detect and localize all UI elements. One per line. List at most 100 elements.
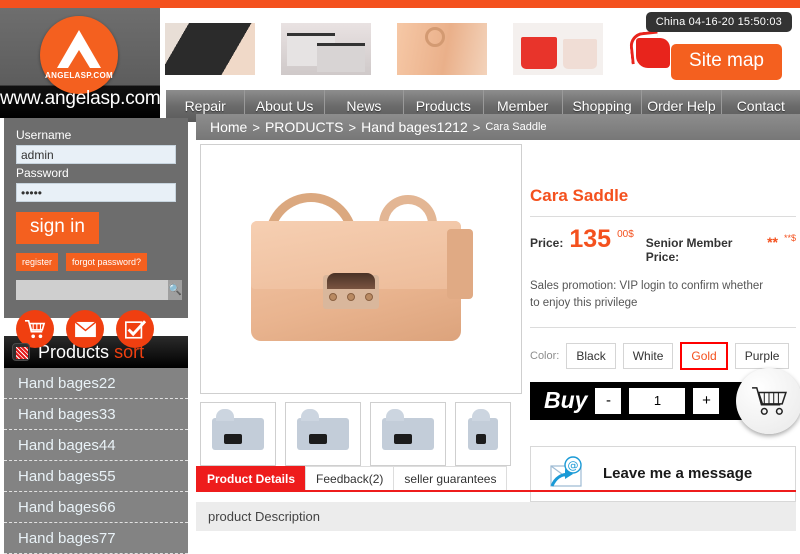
search-icon[interactable]: 🔍 — [168, 280, 182, 300]
triangle-a-inner-icon — [68, 50, 90, 68]
stud-icon — [347, 293, 355, 301]
brand-logo-icon: ANGELASP.COM — [40, 16, 118, 94]
breadcrumb: Home > PRODUCTS > Hand bages1212 > Cara … — [196, 114, 800, 140]
search-input[interactable] — [16, 280, 168, 300]
divider — [530, 326, 796, 328]
main-content: Home > PRODUCTS > Hand bages1212 > Cara … — [196, 114, 800, 531]
breadcrumb-subcategory[interactable]: Hand bages1212 — [361, 119, 468, 135]
red-handbag-icon — [630, 30, 672, 70]
color-selector: Color: Black White Gold Purple — [530, 341, 796, 370]
banner-thumb-strip — [165, 23, 603, 75]
page-title: Cara Saddle — [530, 186, 629, 205]
login-panel: Username Password sign in register forgo… — [4, 118, 188, 348]
price-row: Price: 135 00$ Senior Member Price: ** *… — [530, 225, 796, 264]
password-label: Password — [16, 166, 69, 180]
forgot-password-button[interactable]: forgot password? — [66, 253, 148, 271]
color-option-black[interactable]: Black — [566, 342, 616, 369]
product-area: Cara Saddle Price: 135 00$ Senior Member… — [196, 140, 800, 502]
color-label: Color: — [530, 349, 560, 362]
product-thumb-3[interactable] — [370, 402, 446, 466]
product-category-list: Hand bages22 Hand bages33 Hand bages44 H… — [4, 368, 188, 554]
password-input[interactable] — [16, 183, 176, 202]
list-item[interactable]: Hand bages33 — [4, 399, 188, 430]
buy-bar: Buy - + — [530, 381, 758, 420]
stud-icon — [329, 293, 337, 301]
buy-row: Buy - + — [530, 367, 800, 434]
color-option-purple[interactable]: Purple — [734, 342, 790, 369]
checkbox-icon[interactable] — [116, 310, 154, 348]
site-header: ANGELASP.COM www.angelasp.com China 04-1… — [0, 8, 800, 122]
divider — [530, 216, 796, 217]
breadcrumb-current: Cara Saddle — [485, 121, 547, 133]
product-tabs-section: Product Details Feedback(2) seller guara… — [196, 466, 796, 531]
member-price-value: ** — [767, 234, 778, 250]
envelope-icon[interactable] — [66, 310, 104, 348]
black-tote-thumb[interactable] — [165, 23, 255, 75]
product-description-heading: product Description — [196, 502, 796, 531]
register-button[interactable]: register — [16, 253, 59, 271]
handbag-illustration — [231, 193, 481, 343]
product-thumb-2[interactable] — [285, 402, 361, 466]
page-body: Username Password sign in register forgo… — [0, 114, 800, 554]
logo-block[interactable]: ANGELASP.COM www.angelasp.com — [0, 8, 161, 118]
breadcrumb-products[interactable]: PRODUCTS — [265, 119, 344, 135]
member-price-sup: **$ — [783, 233, 796, 243]
quantity-decrease-button[interactable]: - — [595, 387, 622, 414]
sign-in-button[interactable]: sign in — [16, 212, 99, 244]
price-label: Price: — [530, 236, 564, 250]
header-banner: China 04-16-20 15:50:03 Site map — [160, 8, 800, 90]
breadcrumb-sep-1: > — [252, 119, 260, 135]
silver-clutch-thumb[interactable] — [281, 23, 371, 75]
product-thumb-1[interactable] — [200, 402, 276, 466]
stud-icon — [365, 293, 373, 301]
thumb-bag-icon — [212, 409, 264, 450]
server-clock: China 04-16-20 15:50:03 — [645, 12, 792, 32]
left-sidebar: Username Password sign in register forgo… — [0, 114, 192, 554]
list-item[interactable]: Hand bages55 — [4, 461, 188, 492]
site-url-text: www.angelasp.com — [0, 88, 161, 109]
username-input[interactable] — [16, 145, 176, 164]
top-accent-bar — [0, 0, 800, 8]
quantity-input[interactable] — [629, 387, 686, 414]
tab-product-details[interactable]: Product Details — [196, 466, 307, 490]
site-map-button[interactable]: Site map — [671, 44, 782, 80]
sidebar-search: 🔍 — [16, 280, 182, 300]
username-label: Username — [16, 128, 72, 142]
breadcrumb-sep-3: > — [472, 119, 481, 135]
thumb-bag-icon — [297, 409, 349, 450]
peach-saddle-bag-image[interactable] — [200, 144, 522, 394]
quantity-increase-button[interactable]: + — [693, 387, 720, 414]
product-thumb-4[interactable] — [455, 402, 511, 466]
bag-clasp-studs — [329, 293, 373, 301]
thumb-bag-icon — [382, 409, 434, 450]
thumbnail-strip — [200, 402, 511, 466]
shopping-cart-icon[interactable] — [736, 367, 800, 434]
list-item[interactable]: Hand bages77 — [4, 523, 188, 554]
list-item[interactable]: Hand bages44 — [4, 430, 188, 461]
bag-side-panel — [447, 229, 473, 299]
breadcrumb-home[interactable]: Home — [210, 119, 247, 135]
price-value: 135 — [569, 225, 612, 253]
member-price-label: Senior Member Price: — [645, 236, 733, 264]
thumb-bag-icon — [468, 409, 498, 450]
product-info-panel: Cara Saddle Price: 135 00$ Senior Member… — [530, 144, 800, 502]
nude-bag-thumb[interactable] — [397, 23, 487, 75]
buy-button[interactable]: Buy — [544, 387, 587, 414]
tabs-underline — [196, 490, 796, 492]
price-cents: 00$ — [617, 229, 634, 240]
product-tabs: Product Details Feedback(2) seller guara… — [196, 466, 796, 490]
grid-icon — [12, 343, 30, 361]
color-option-white[interactable]: White — [622, 342, 674, 369]
auth-helper-buttons: register forgot password? — [16, 253, 176, 271]
tab-feedback[interactable]: Feedback(2) — [305, 466, 395, 490]
bag-clasp-top — [327, 273, 375, 289]
shortcut-icons — [16, 310, 176, 348]
list-item[interactable]: Hand bages66 — [4, 492, 188, 523]
color-option-gold[interactable]: Gold — [680, 341, 728, 370]
list-item[interactable]: Hand bages22 — [4, 368, 188, 399]
red-pink-tote-thumb[interactable] — [513, 23, 603, 75]
tab-seller-guarantees[interactable]: seller guarantees — [393, 466, 508, 490]
logo-caption: ANGELASP.COM — [45, 71, 113, 80]
breadcrumb-sep-2: > — [348, 119, 357, 135]
promotion-text: Sales promotion: VIP login to confirm wh… — [530, 280, 764, 310]
